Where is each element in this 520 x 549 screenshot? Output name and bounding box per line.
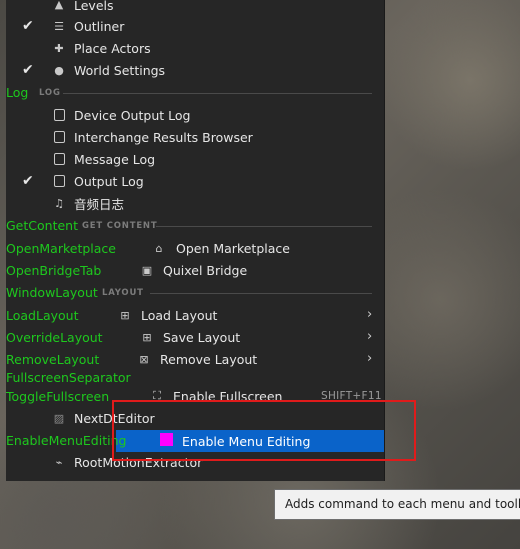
menu-item-levels[interactable]: Levels bbox=[74, 0, 114, 16]
tooltip: Adds command to each menu and toolbar fo bbox=[274, 489, 520, 520]
check-icon: ✔ bbox=[22, 62, 34, 78]
debug-name-window-layout: WindowLayout bbox=[6, 285, 98, 300]
menu-item-quixel-bridge[interactable]: Quixel Bridge bbox=[163, 259, 247, 281]
menu-item-interchange-results-browser[interactable]: Interchange Results Browser bbox=[74, 126, 253, 148]
load-layout-icon: ⊞ bbox=[120, 308, 130, 322]
menu-item-label: Load Layout bbox=[141, 307, 218, 323]
menu-item-message-log[interactable]: Message Log bbox=[74, 148, 155, 170]
debug-name-override-layout: OverrideLayout bbox=[6, 330, 103, 345]
remove-layout-icon: ⊠ bbox=[139, 352, 149, 366]
log-icon bbox=[52, 174, 66, 188]
menu-item-label: Open Marketplace bbox=[176, 240, 290, 256]
menu-item-open-marketplace[interactable]: Open Marketplace bbox=[176, 237, 290, 259]
levels-icon: ▲ bbox=[54, 0, 64, 11]
menu-item-world-settings[interactable]: World Settings bbox=[74, 59, 165, 81]
outliner-icon: ☰ bbox=[54, 19, 64, 33]
root-motion-icon: ⌁ bbox=[55, 455, 63, 469]
annotation-highlight-box bbox=[112, 400, 416, 461]
menu-item-label: Interchange Results Browser bbox=[74, 129, 253, 145]
debug-name-get-content: GetContent bbox=[6, 218, 78, 233]
menu-item-label: Output Log bbox=[74, 173, 144, 189]
chevron-right-icon: › bbox=[367, 307, 373, 322]
save-layout-icon: ⊞ bbox=[142, 330, 152, 344]
menu-item-remove-layout[interactable]: Remove Layout bbox=[160, 348, 257, 370]
debug-name-open-marketplace: OpenMarketplace bbox=[6, 241, 116, 256]
menu-item-label: 音频日志 bbox=[74, 196, 125, 212]
debug-name-open-bridge-tab: OpenBridgeTab bbox=[6, 263, 102, 278]
menu-item-save-layout[interactable]: Save Layout bbox=[163, 326, 240, 348]
menu-item-label: Quixel Bridge bbox=[163, 262, 248, 278]
section-divider bbox=[63, 93, 372, 94]
bridge-icon: ▣ bbox=[141, 263, 153, 277]
menu-item-label: Levels bbox=[74, 0, 114, 13]
menu-item-device-output-log[interactable]: Device Output Log bbox=[74, 104, 190, 126]
menu-item-load-layout[interactable]: Load Layout bbox=[141, 304, 217, 326]
check-icon: ✔ bbox=[22, 18, 34, 34]
menu-item-output-log[interactable]: Output Log bbox=[74, 170, 144, 192]
menu-item-label: Message Log bbox=[74, 151, 156, 167]
audio-log-icon: ♫ bbox=[54, 196, 64, 210]
marketplace-icon: ⌂ bbox=[155, 241, 163, 255]
place-actors-icon: ✚ bbox=[54, 41, 64, 55]
log-icon bbox=[52, 108, 66, 122]
debug-name-remove-layout: RemoveLayout bbox=[6, 352, 100, 367]
menu-item-label: Outliner bbox=[74, 18, 125, 34]
menu-item-label: Place Actors bbox=[74, 40, 151, 56]
hatch-icon: ▨ bbox=[53, 411, 65, 425]
world-icon: ● bbox=[54, 63, 64, 77]
section-heading-get-content: GET CONTENT bbox=[82, 221, 158, 231]
debug-name-enable-menu-editing: EnableMenuEditing bbox=[6, 433, 127, 448]
section-divider bbox=[150, 293, 372, 294]
chevron-right-icon: › bbox=[367, 329, 373, 344]
section-heading-layout: LAYOUT bbox=[102, 288, 144, 298]
check-icon: ✔ bbox=[22, 173, 34, 189]
log-icon bbox=[52, 130, 66, 144]
menu-item-label: Device Output Log bbox=[74, 107, 191, 123]
section-divider bbox=[156, 226, 372, 227]
menu-item-audio-log[interactable]: 音频日志 bbox=[74, 192, 124, 214]
menu-item-label: World Settings bbox=[74, 62, 166, 78]
debug-name-load-layout: LoadLayout bbox=[6, 308, 79, 323]
menu-item-outliner[interactable]: Outliner bbox=[74, 15, 124, 37]
debug-name-fullscreen-separator: FullscreenSeparator bbox=[6, 370, 131, 385]
log-icon bbox=[52, 152, 66, 166]
menu-item-label: Save Layout bbox=[163, 329, 241, 345]
debug-name-log: Log bbox=[6, 85, 29, 100]
chevron-right-icon: › bbox=[367, 351, 373, 366]
section-heading-log: LOG bbox=[39, 88, 61, 98]
debug-name-toggle-fullscreen: ToggleFullscreen bbox=[6, 389, 110, 404]
menu-item-label: Remove Layout bbox=[160, 351, 258, 367]
menu-item-place-actors[interactable]: Place Actors bbox=[74, 37, 151, 59]
